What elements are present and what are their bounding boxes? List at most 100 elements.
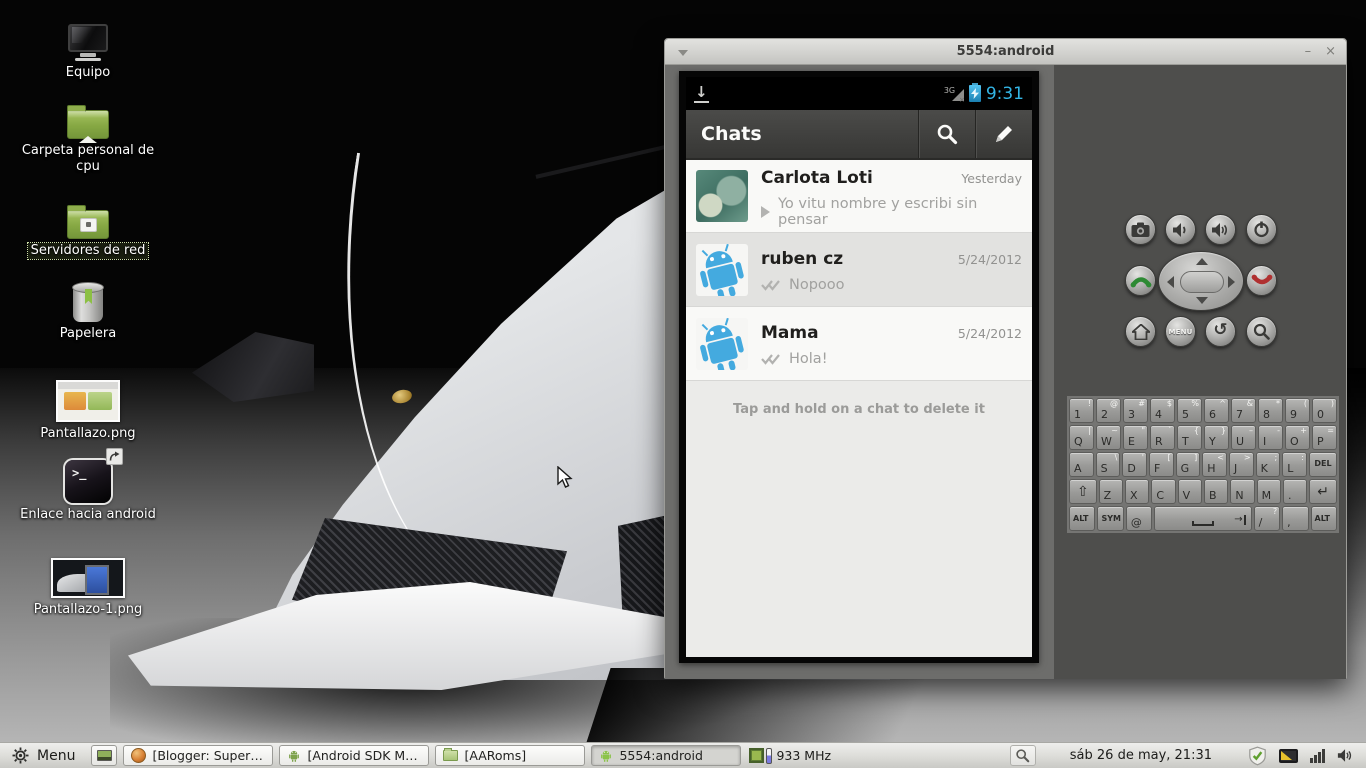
taskbar-window-android-sdk[interactable]: [Android SDK Ma... (279, 745, 430, 766)
key-c[interactable]: C (1151, 479, 1176, 504)
chat-list-item[interactable]: ruben cz 5/24/2012 Nopooo (686, 233, 1032, 307)
dpad-down-icon[interactable] (1196, 297, 1208, 304)
volume-down-button[interactable] (1165, 214, 1196, 245)
key-i[interactable]: I- (1258, 425, 1283, 450)
update-shield-icon[interactable] (1248, 746, 1267, 766)
home-button[interactable] (1125, 316, 1156, 347)
key-h[interactable]: H < (1202, 452, 1227, 477)
show-desktop-button[interactable] (91, 745, 118, 766)
key-comma[interactable]: , (1282, 506, 1309, 531)
key-d[interactable]: D ' (1122, 452, 1147, 477)
key-o[interactable]: O + (1285, 425, 1310, 450)
search-button[interactable] (918, 110, 975, 158)
network-signal-icon[interactable] (1310, 748, 1325, 763)
key-e[interactable]: E " (1123, 425, 1148, 450)
window-titlebar[interactable]: 5554:android – × (665, 39, 1346, 65)
key-s[interactable]: S \ (1095, 452, 1121, 477)
call-button[interactable] (1125, 265, 1156, 296)
key-shift[interactable]: ⇧ (1069, 479, 1097, 504)
key-.[interactable]: . (1282, 479, 1308, 504)
key-enter[interactable]: ↵ (1309, 479, 1337, 504)
key-at[interactable]: @ (1125, 506, 1153, 531)
minimize-button[interactable]: – (1305, 45, 1312, 58)
key-space[interactable]: → (1154, 506, 1252, 531)
key-2[interactable]: 2 @ (1096, 398, 1121, 423)
key-sym[interactable]: SYM (1097, 506, 1124, 531)
key-slash[interactable]: /? (1253, 506, 1281, 531)
clock[interactable]: sáb 26 de may, 21:31 (1070, 748, 1212, 763)
chat-list-item[interactable]: Mama 5/24/2012 Hola! (686, 307, 1032, 381)
key-v[interactable]: V (1177, 479, 1202, 504)
chat-preview-text: Hola! (789, 351, 828, 367)
key-3[interactable]: 3 # (1123, 398, 1148, 423)
dpad[interactable] (1158, 251, 1244, 311)
key-alt-left[interactable]: ALT (1069, 506, 1096, 531)
key-b[interactable]: B (1203, 479, 1229, 504)
key-y[interactable]: Y} (1204, 425, 1229, 450)
download-icon: ↓ (694, 82, 709, 103)
keyboard-row: ALT SYM @ → /?, ALT (1069, 506, 1337, 531)
tray-search-button[interactable] (1009, 745, 1036, 766)
taskbar-window-emulator[interactable]: 5554:android (591, 745, 742, 766)
volume-up-button[interactable] (1205, 214, 1236, 245)
hangup-button[interactable] (1246, 265, 1277, 296)
key-8[interactable]: 8 * (1258, 398, 1283, 423)
search-hw-button[interactable] (1246, 316, 1277, 347)
desktop-icon-pantallazo[interactable]: Pantallazo.png (10, 380, 166, 442)
key-alt-right[interactable]: ALT (1310, 506, 1337, 531)
avatar (696, 317, 748, 370)
key-k[interactable]: K; (1255, 452, 1281, 477)
close-button[interactable]: × (1325, 45, 1336, 58)
key-t[interactable]: T{ (1177, 425, 1202, 450)
chat-list-item[interactable]: Carlota Loti Yesterday Yo vitu nombre y … (686, 160, 1032, 233)
key-del[interactable]: DEL (1308, 452, 1337, 477)
taskbar-window-blogger[interactable]: [Blogger: Super ... (123, 745, 274, 766)
key-7[interactable]: 7 & (1231, 398, 1256, 423)
dpad-right-icon[interactable] (1228, 276, 1235, 288)
key-a[interactable]: A (1069, 452, 1094, 477)
camera-button[interactable] (1125, 214, 1156, 245)
desktop-icon-label: Servidores de red (26, 242, 150, 260)
key-5[interactable]: 5% (1177, 398, 1202, 423)
key-1[interactable]: 1! (1069, 398, 1094, 423)
key-6[interactable]: 6 ^ (1204, 398, 1229, 423)
key-u[interactable]: U – (1231, 425, 1256, 450)
menu-button[interactable]: MENU (1165, 316, 1196, 347)
key-w[interactable]: W ~ (1096, 425, 1121, 450)
key-0[interactable]: 0) (1312, 398, 1337, 423)
desktop-icon-equipo[interactable]: Equipo (10, 24, 166, 81)
key-z[interactable]: Z (1098, 479, 1123, 504)
desktop-icon-papelera[interactable]: Papelera (10, 282, 166, 342)
key-q[interactable]: Q | (1069, 425, 1094, 450)
key-f[interactable]: F[ (1148, 452, 1174, 477)
power-button[interactable] (1246, 214, 1277, 245)
cpu-frequency-label: 933 MHz (776, 748, 832, 763)
desktop-icon-enlace-android[interactable]: >_ Enlace hacia android (10, 448, 166, 523)
display-settings-icon[interactable] (1279, 748, 1298, 763)
menu-button[interactable]: Menu (6, 745, 85, 767)
key-4[interactable]: 4 $ (1150, 398, 1175, 423)
compose-button[interactable] (975, 110, 1032, 158)
dpad-up-icon[interactable] (1196, 258, 1208, 265)
window-menu-icon[interactable] (678, 50, 688, 56)
key-j[interactable]: J > (1228, 452, 1254, 477)
key-l[interactable]: L: (1282, 452, 1307, 477)
key-x[interactable]: X (1125, 479, 1150, 504)
gear-icon (12, 747, 29, 764)
key-g[interactable]: G] (1175, 452, 1201, 477)
taskbar-window-aaroms[interactable]: [AARoms] (435, 745, 586, 766)
key-r[interactable]: R ` (1150, 425, 1175, 450)
dpad-center-button[interactable] (1180, 271, 1224, 293)
image-thumbnail-icon (51, 558, 125, 598)
key-m[interactable]: M (1256, 479, 1281, 504)
volume-icon[interactable] (1337, 748, 1354, 763)
key-n[interactable]: N (1230, 479, 1255, 504)
desktop-icon-pantallazo-1[interactable]: Pantallazo-1.png (10, 558, 166, 618)
desktop-icon-servidores-red[interactable]: Servidores de red (10, 202, 166, 260)
key-9[interactable]: 9( (1285, 398, 1310, 423)
key-p[interactable]: P = (1312, 425, 1337, 450)
back-button[interactable]: ↺ (1205, 316, 1236, 347)
desktop-icon-carpeta-personal[interactable]: Carpeta personal de cpu (10, 102, 166, 174)
dpad-left-icon[interactable] (1167, 276, 1174, 288)
cpu-frequency-applet[interactable]: 933 MHz (749, 747, 832, 764)
